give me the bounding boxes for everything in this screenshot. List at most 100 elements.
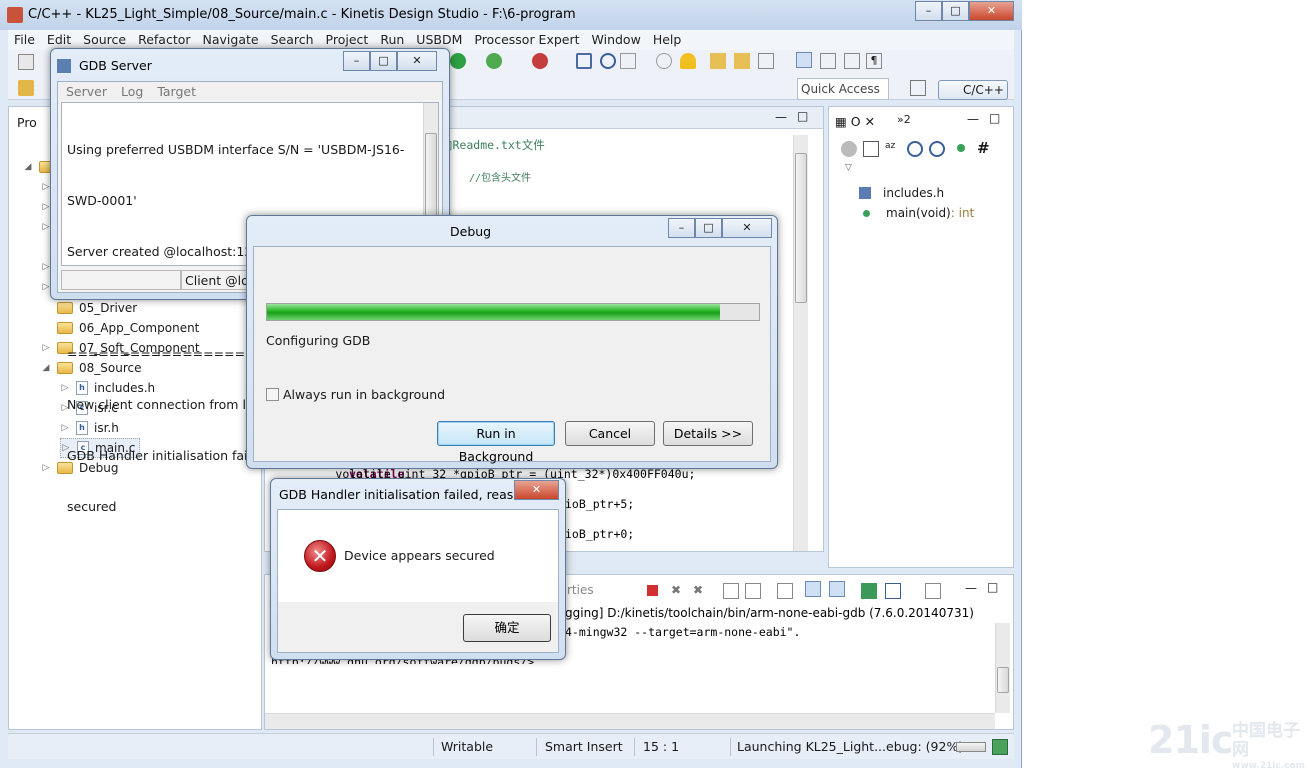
remove-all-icon[interactable]: ✖ bbox=[693, 583, 709, 599]
run-in-background-button[interactable]: Run in Background bbox=[437, 421, 555, 464]
checkbox-box[interactable] bbox=[266, 388, 279, 401]
menu-help[interactable]: Help bbox=[647, 30, 688, 50]
tool-icon[interactable] bbox=[758, 53, 774, 69]
code-line-ptr5[interactable]: ioB_ptr+5; bbox=[565, 497, 634, 511]
properties-tab[interactable]: rties bbox=[567, 583, 594, 597]
code-line-include-comment[interactable]: //包含头文件 bbox=[469, 169, 531, 184]
outline-overflow-tab[interactable]: »2 bbox=[897, 113, 911, 126]
paragraph-icon[interactable]: ¶ bbox=[866, 53, 882, 69]
terminate-icon[interactable] bbox=[647, 585, 658, 596]
always-background-checkbox[interactable]: Always run in background bbox=[266, 387, 445, 402]
menu-project[interactable]: Project bbox=[320, 30, 375, 50]
gdb-menu-server[interactable]: Server bbox=[66, 84, 107, 100]
progress-view-icon[interactable] bbox=[992, 739, 1008, 755]
cancel-button[interactable]: Cancel bbox=[565, 421, 655, 446]
menu-run[interactable]: Run bbox=[374, 30, 410, 50]
open-console-icon[interactable] bbox=[925, 583, 941, 599]
open-perspective-icon[interactable] bbox=[910, 80, 926, 96]
menu-edit[interactable]: Edit bbox=[41, 30, 77, 50]
gdb-server-close-button[interactable]: ✕ bbox=[397, 51, 437, 71]
menu-refactor[interactable]: Refactor bbox=[132, 30, 196, 50]
console-minimize-button[interactable]: — bbox=[965, 581, 977, 595]
sort-icon[interactable]: az bbox=[885, 141, 901, 157]
console-scroll-thumb[interactable] bbox=[997, 667, 1009, 693]
hide-fields-icon[interactable] bbox=[907, 141, 923, 157]
remove-launch-icon[interactable]: ✖ bbox=[671, 583, 687, 599]
external-tools-icon[interactable] bbox=[532, 53, 548, 69]
editor-scroll-thumb[interactable] bbox=[795, 153, 807, 303]
pin-icon[interactable] bbox=[18, 80, 34, 96]
status-progress-text[interactable]: Launching KL25_Light...ebug: (92%) bbox=[737, 739, 963, 754]
launch-minimize-button[interactable]: – bbox=[668, 218, 695, 238]
watermark-subtitle: 中国电子网 www.21ic.com bbox=[1232, 721, 1306, 772]
display-console-icon[interactable] bbox=[885, 583, 901, 599]
console-hscrollbar[interactable] bbox=[265, 713, 995, 729]
menu-processor-expert[interactable]: Processor Expert bbox=[468, 30, 585, 50]
run-icon[interactable] bbox=[450, 53, 466, 69]
function-icon bbox=[863, 209, 870, 217]
details-button[interactable]: Details >> bbox=[663, 421, 753, 446]
menu-navigate[interactable]: Navigate bbox=[197, 30, 265, 50]
console-scrollbar[interactable] bbox=[995, 623, 1010, 713]
folder-icon[interactable] bbox=[734, 53, 750, 69]
group-icon[interactable] bbox=[841, 141, 857, 157]
outline-maximize-button[interactable]: □ bbox=[989, 111, 1000, 125]
perspective-cpp-button[interactable]: C/C++ bbox=[938, 80, 1008, 100]
quick-access-input[interactable]: Quick Access bbox=[797, 78, 889, 100]
menu-window[interactable]: Window bbox=[586, 30, 647, 50]
hide-static-icon[interactable] bbox=[929, 141, 945, 157]
block-icon[interactable] bbox=[844, 53, 860, 69]
gear-icon[interactable] bbox=[600, 53, 616, 69]
project-explorer-tab[interactable]: Pro bbox=[17, 115, 37, 130]
menu-usbdm[interactable]: USBDM bbox=[410, 30, 468, 50]
menu-source[interactable]: Source bbox=[77, 30, 132, 50]
error-close-button[interactable]: ✕ bbox=[514, 480, 559, 500]
outline-tab[interactable]: ▦ O ✕ bbox=[835, 114, 875, 129]
brush-icon[interactable] bbox=[796, 52, 812, 68]
maximize-view-button[interactable]: □ bbox=[797, 109, 808, 123]
clear-console-icon[interactable] bbox=[723, 583, 739, 599]
gdb-menu-target[interactable]: Target bbox=[157, 84, 196, 100]
outline-minimize-button[interactable]: — bbox=[967, 112, 979, 126]
editor-scrollbar[interactable] bbox=[793, 135, 808, 551]
back-icon[interactable] bbox=[620, 53, 636, 69]
outline-view: ▦ O ✕ »2 — □ az # ▽ includes.h main(void… bbox=[828, 106, 1014, 568]
close-button[interactable]: ✕ bbox=[969, 1, 1014, 21]
open-folder-icon[interactable] bbox=[710, 53, 726, 69]
outline-item-includes[interactable]: includes.h bbox=[859, 183, 944, 203]
status-progress-bar[interactable] bbox=[956, 742, 986, 752]
view-menu-icon[interactable]: ▽ bbox=[845, 163, 852, 173]
scroll-lock-icon[interactable] bbox=[745, 583, 761, 599]
collapse-icon[interactable] bbox=[863, 141, 879, 157]
menu-search[interactable]: Search bbox=[265, 30, 320, 50]
maximize-button[interactable]: □ bbox=[942, 1, 969, 21]
show-on-stdout-icon[interactable] bbox=[805, 581, 821, 597]
code-line-readme[interactable]: 内Readme.txt文件 bbox=[441, 137, 545, 153]
hide-nonpublic-icon[interactable] bbox=[957, 144, 965, 152]
show-on-stderr-icon[interactable] bbox=[829, 581, 845, 597]
hide-macros-icon[interactable]: # bbox=[977, 139, 993, 157]
outline-item-main[interactable]: main(void) : int bbox=[863, 203, 974, 223]
launch-close-button[interactable]: ✕ bbox=[722, 218, 772, 238]
mark-icon[interactable] bbox=[820, 53, 836, 69]
gdb-server-maximize-button[interactable]: □ bbox=[370, 51, 397, 71]
word-wrap-icon[interactable] bbox=[777, 583, 793, 599]
gdb-menu-log[interactable]: Log bbox=[121, 84, 143, 100]
menu-file[interactable]: File bbox=[8, 30, 41, 50]
error-dialog-body: ✕ Device appears secured 确定 bbox=[277, 509, 559, 653]
minimize-view-button[interactable]: — bbox=[775, 110, 787, 124]
code-line-ptr0[interactable]: ioB_ptr+0; bbox=[565, 527, 634, 541]
console-maximize-button[interactable]: □ bbox=[987, 580, 998, 594]
ok-button[interactable]: 确定 bbox=[463, 614, 551, 642]
refresh-icon[interactable] bbox=[656, 53, 672, 69]
minimize-button[interactable]: – bbox=[915, 1, 942, 21]
bulb-icon[interactable] bbox=[680, 53, 696, 69]
debug-tool-icon[interactable] bbox=[576, 53, 592, 69]
launch-dialog-title: Debug bbox=[450, 224, 492, 239]
gdb-server-minimize-button[interactable]: – bbox=[343, 51, 370, 71]
app-icon bbox=[7, 7, 23, 23]
launch-maximize-button[interactable]: □ bbox=[695, 218, 722, 238]
run-config-icon[interactable] bbox=[486, 53, 502, 69]
new-file-icon[interactable] bbox=[18, 54, 34, 70]
pin-console-icon[interactable] bbox=[861, 583, 877, 599]
